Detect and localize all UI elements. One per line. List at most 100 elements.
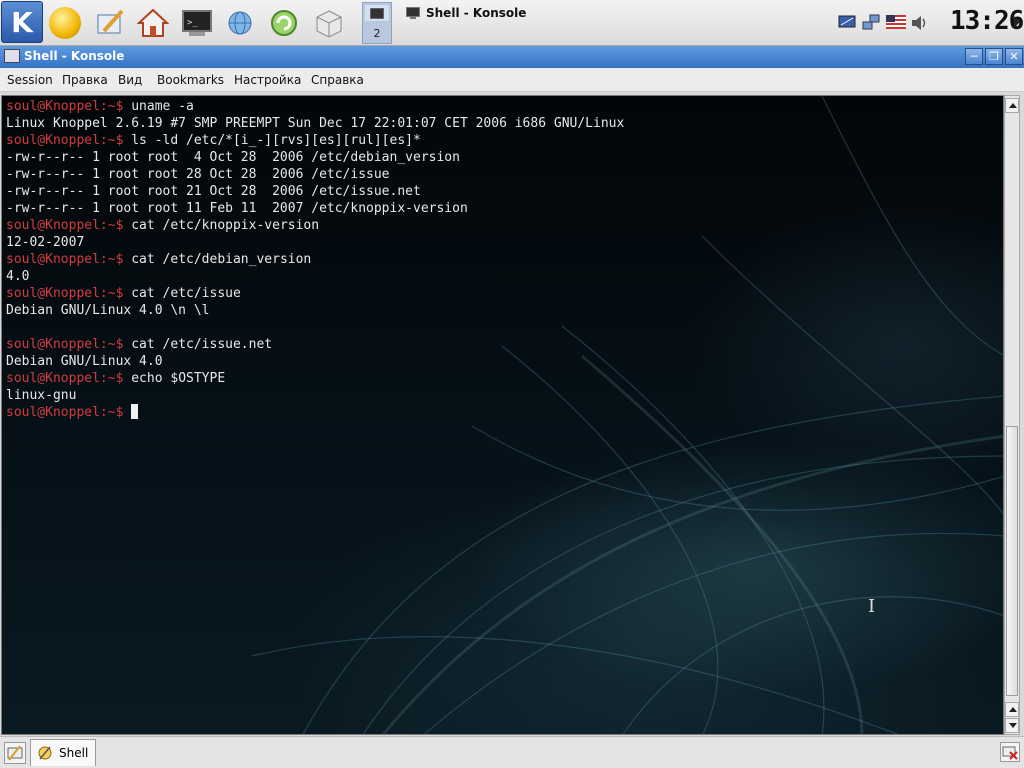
taskbar-title: Shell - Konsole	[426, 6, 527, 20]
command-text	[123, 405, 131, 420]
new-session-button[interactable]	[4, 742, 26, 764]
network-icon[interactable]	[862, 14, 880, 30]
shell-prompt: soul@Knoppel:~$	[6, 133, 124, 148]
close-session-icon	[1002, 746, 1018, 760]
desktop-pager[interactable]: 2	[362, 2, 392, 44]
terminal-line: -rw-r--r-- 1 root root 4 Oct 28 2006 /et…	[6, 149, 624, 166]
output-text: -rw-r--r-- 1 root root 28 Oct 28 2006 /e…	[6, 167, 390, 182]
refresh-icon	[271, 10, 297, 36]
close-icon: ✕	[1009, 50, 1019, 63]
shell-prompt: soul@Knoppel:~$	[6, 99, 124, 114]
new-session-icon	[7, 745, 23, 761]
output-text: 12-02-2007	[6, 235, 85, 250]
command-text: uname -a	[123, 99, 194, 114]
menu-bookmarks[interactable]: Bookmarks	[157, 73, 224, 87]
terminal-icon: >_	[182, 10, 212, 36]
terminal-scrollbar[interactable]	[1004, 95, 1020, 735]
output-text: Debian GNU/Linux 4.0	[6, 354, 163, 369]
output-text: linux-gnu	[6, 388, 77, 403]
kde-panel: K >_ 2 Shell - Konsole 13:26	[0, 0, 1024, 46]
terminal-line: soul@Knoppel:~$ uname -a	[6, 98, 624, 115]
terminal-line: soul@Knoppel:~$ cat /etc/debian_version	[6, 251, 624, 268]
display-icon[interactable]	[838, 14, 856, 30]
us-flag-keyboard-icon[interactable]	[886, 14, 906, 30]
terminal-line: soul@Knoppel:~$ cat /etc/issue	[6, 285, 624, 302]
arrow-down-icon	[1009, 723, 1017, 728]
network-globe-icon	[228, 11, 252, 35]
command-text: cat /etc/knoppix-version	[123, 218, 320, 233]
kde-logo-icon: K	[11, 5, 33, 39]
output-text: 4.0	[6, 269, 30, 284]
text-cursor	[131, 404, 139, 419]
terminal-line: soul@Knoppel:~$ cat /etc/issue.net	[6, 336, 624, 353]
pager-window-icon	[365, 5, 389, 21]
minimize-icon: ─	[970, 50, 978, 63]
terminal-line: soul@Knoppel:~$ cat /etc/knoppix-version	[6, 217, 624, 234]
menu-settings[interactable]: Настройка	[234, 73, 301, 87]
minimize-button[interactable]: ─	[965, 48, 983, 65]
pager-desktop-number: 2	[373, 27, 381, 40]
arrow-up-icon	[1009, 103, 1017, 108]
taskbar-konsole-button[interactable]: Shell - Konsole	[402, 2, 826, 24]
window-title: Shell - Konsole	[24, 49, 125, 63]
output-text: -rw-r--r-- 1 root root 21 Oct 28 2006 /e…	[6, 184, 421, 199]
output-text: -rw-r--r-- 1 root root 4 Oct 28 2006 /et…	[6, 150, 460, 165]
menu-session[interactable]: Session	[7, 73, 53, 87]
clock[interactable]: 13:26	[950, 6, 1024, 36]
kde-menu-button[interactable]: K	[1, 1, 43, 43]
konsole-window-icon[interactable]	[4, 49, 20, 63]
tab-label: Shell	[59, 746, 89, 760]
close-session-button[interactable]	[1000, 742, 1020, 762]
command-text: echo $OSTYPE	[123, 371, 226, 386]
terminal-line: 4.0	[6, 268, 624, 285]
maximize-button[interactable]: ❐	[985, 48, 1003, 65]
terminal-line: -rw-r--r-- 1 root root 28 Oct 28 2006 /e…	[6, 166, 624, 183]
menu-view[interactable]: Вид	[118, 73, 142, 87]
shell-prompt: soul@Knoppel:~$	[6, 405, 124, 420]
terminal-output: soul@Knoppel:~$ uname -a Linux Knoppel 2.…	[6, 98, 624, 421]
terminal-line: 12-02-2007	[6, 234, 624, 251]
menu-help[interactable]: Справка	[311, 73, 364, 87]
panel-expand-arrow-icon[interactable]	[1014, 16, 1020, 28]
menu-edit[interactable]: Правка	[62, 73, 108, 87]
maximize-icon: ❐	[989, 50, 999, 63]
terminal-line: Debian GNU/Linux 4.0	[6, 353, 624, 370]
shell-prompt: soul@Knoppel:~$	[6, 218, 124, 233]
scroll-down-button[interactable]	[1005, 718, 1019, 733]
close-button[interactable]: ✕	[1005, 48, 1023, 65]
ibeam-cursor-icon: I	[868, 596, 876, 617]
output-text: Debian GNU/Linux 4.0 \n \l	[6, 303, 210, 318]
scroll-up-lower-button[interactable]	[1005, 702, 1019, 717]
shell-tab-icon	[38, 746, 52, 760]
session-tabbar: Shell	[0, 736, 1024, 768]
arrow-up-icon	[1009, 707, 1017, 712]
command-text: ls -ld /etc/*[i_-][rvs][es][rul][es]*	[123, 133, 421, 148]
konsole-launcher[interactable]: >_	[177, 3, 217, 43]
shell-prompt: soul@Knoppel:~$	[6, 286, 124, 301]
shell-prompt: soul@Knoppel:~$	[6, 371, 124, 386]
output-text: -rw-r--r-- 1 root root 11 Feb 11 2007 /e…	[6, 201, 468, 216]
penguin-icon	[49, 7, 81, 39]
text-editor-launcher[interactable]	[90, 3, 130, 43]
package-launcher[interactable]	[309, 3, 349, 43]
home-launcher[interactable]	[133, 3, 173, 43]
update-launcher[interactable]	[264, 3, 304, 43]
terminal-line: -rw-r--r-- 1 root root 21 Oct 28 2006 /e…	[6, 183, 624, 200]
scroll-up-button[interactable]	[1005, 98, 1019, 113]
knoppix-penguin-launcher[interactable]	[45, 3, 85, 43]
menubar: Session Правка Вид Bookmarks Настройка С…	[0, 68, 1024, 92]
package-icon	[316, 10, 342, 38]
command-text: cat /etc/issue.net	[123, 337, 273, 352]
terminal-line: soul@Knoppel:~$ echo $OSTYPE	[6, 370, 624, 387]
network-launcher[interactable]	[220, 3, 260, 43]
terminal-view[interactable]: soul@Knoppel:~$ uname -a Linux Knoppel 2.…	[1, 95, 1004, 735]
scroll-thumb[interactable]	[1006, 426, 1018, 696]
terminal-line: linux-gnu	[6, 387, 624, 404]
output-text: Linux Knoppel 2.6.19 #7 SMP PREEMPT Sun …	[6, 116, 625, 131]
volume-icon[interactable]	[910, 14, 928, 30]
window-titlebar[interactable]: Shell - Konsole ─ ❐ ✕	[0, 46, 1024, 68]
home-icon	[137, 8, 169, 37]
tab-shell[interactable]: Shell	[30, 739, 96, 766]
terminal-line: soul@Knoppel:~$	[6, 404, 624, 421]
